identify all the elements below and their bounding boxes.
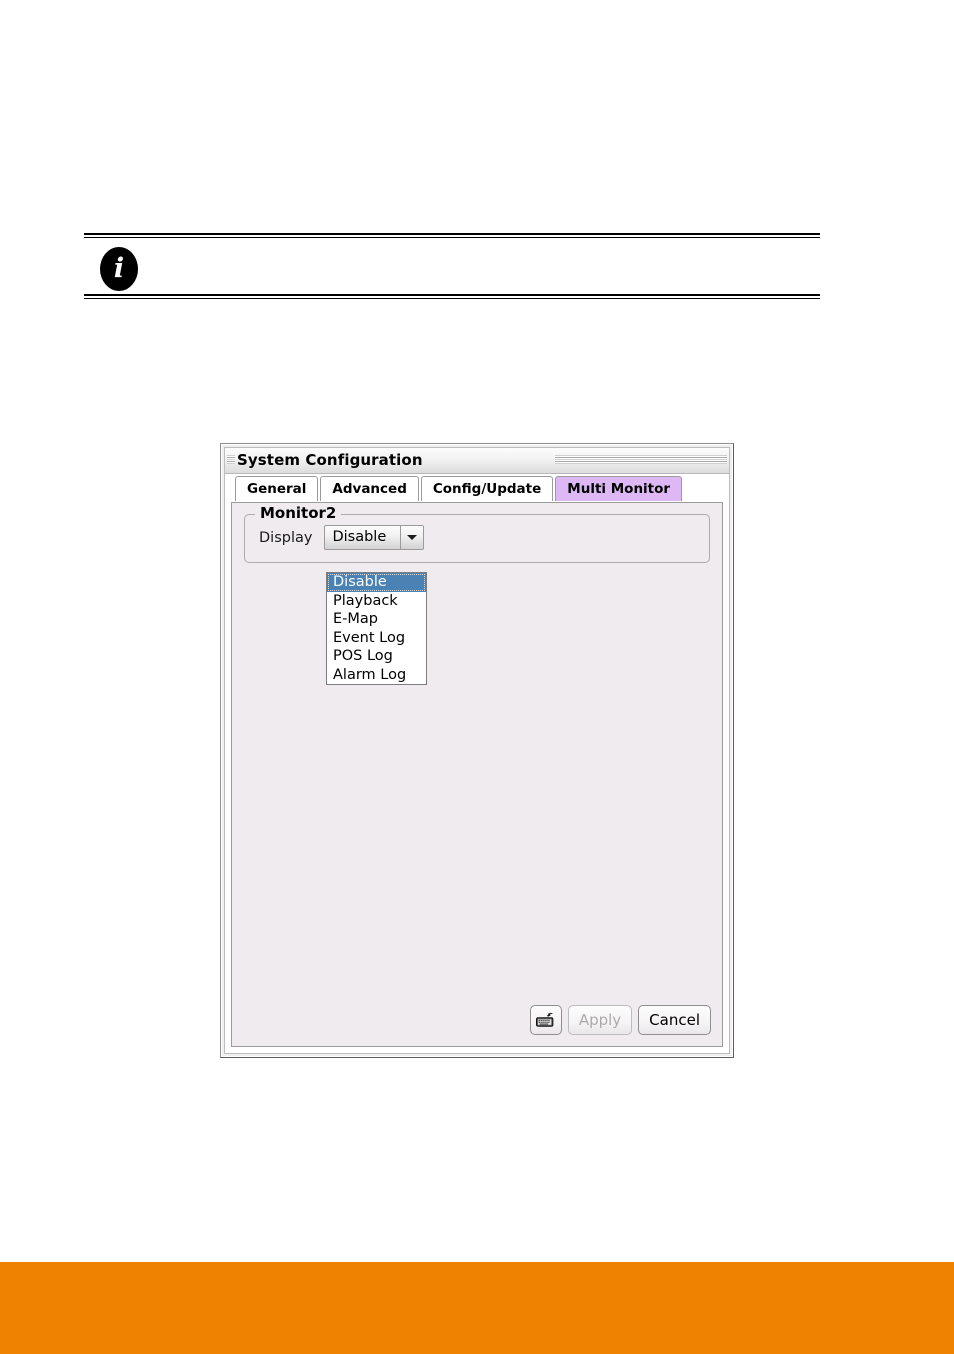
dropdown-option-playback[interactable]: Playback: [327, 592, 426, 611]
note-callout: i: [84, 233, 820, 299]
dialog-inner-frame: System Configuration General Advanced Co…: [224, 447, 730, 1054]
display-label: Display: [259, 529, 313, 546]
monitor2-groupbox: Monitor2 Display Disable: [244, 504, 710, 563]
dropdown-option-event-log[interactable]: Event Log: [327, 629, 426, 648]
tab-general[interactable]: General: [235, 476, 319, 501]
chevron-down-icon: [407, 535, 418, 540]
dropdown-option-e-map[interactable]: E-Map: [327, 610, 426, 629]
dropdown-option-disable[interactable]: Disable: [327, 573, 426, 592]
multi-monitor-panel: Monitor2 Display Disable Disable Playbac…: [231, 502, 723, 1047]
titlebar-grip-right-icon: [555, 455, 727, 464]
system-configuration-dialog: System Configuration General Advanced Co…: [220, 443, 734, 1058]
dialog-titlebar: System Configuration: [225, 448, 729, 474]
dropdown-option-alarm-log[interactable]: Alarm Log: [327, 666, 426, 685]
display-combobox-value: Disable: [332, 529, 387, 545]
note-rule-top: [84, 233, 820, 238]
page-footer-band: [0, 1262, 954, 1354]
display-field-row: Display Disable: [259, 525, 425, 550]
display-combobox[interactable]: Disable: [324, 525, 425, 550]
cancel-button[interactable]: Cancel: [638, 1005, 711, 1035]
dialog-button-bar: Apply Cancel: [529, 1005, 711, 1035]
dropdown-option-pos-log[interactable]: POS Log: [327, 647, 426, 666]
monitor2-legend: Monitor2: [255, 504, 342, 522]
virtual-keyboard-button[interactable]: [529, 1005, 562, 1035]
info-italic-i-icon: i: [100, 247, 138, 291]
tab-multi-monitor[interactable]: Multi Monitor: [555, 476, 683, 501]
note-rule-bottom: [84, 294, 820, 299]
titlebar-grip-left-icon: [227, 455, 235, 464]
display-dropdown-list[interactable]: Disable Playback E-Map Event Log POS Log…: [326, 572, 427, 685]
apply-button[interactable]: Apply: [567, 1005, 633, 1035]
tab-config-update[interactable]: Config/Update: [420, 476, 554, 501]
keyboard-icon: [535, 1012, 554, 1027]
dialog-title: System Configuration: [237, 451, 423, 469]
tab-advanced[interactable]: Advanced: [320, 476, 419, 501]
display-combobox-toggle[interactable]: [400, 526, 424, 549]
tab-strip: General Advanced Config/Update Multi Mon…: [225, 474, 729, 501]
